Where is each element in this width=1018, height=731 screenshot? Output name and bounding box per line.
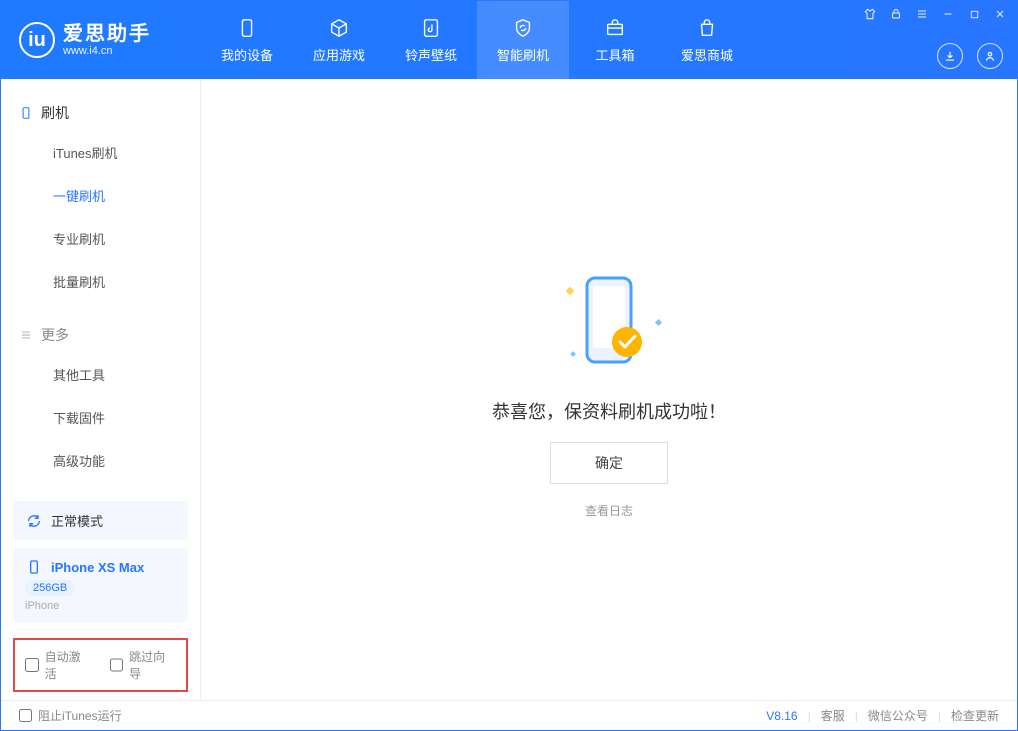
sidebar-item-itunes-flash[interactable]: iTunes刷机 [1,131,200,174]
logo-text: 爱思助手 www.i4.cn [63,23,151,57]
separator: | [855,709,858,723]
phone-small-icon [25,558,43,576]
auto-activate-label: 自动激活 [45,648,92,682]
sidebar-group-more: 更多 [1,317,200,353]
app-subtitle: www.i4.cn [63,45,151,57]
device-storage-badge: 256GB [25,580,75,596]
ok-button[interactable]: 确定 [550,442,668,484]
list-icon [19,328,33,342]
toolbox-icon [604,17,626,39]
menu-icon[interactable] [915,7,929,21]
group-label: 更多 [41,325,69,345]
sidebar: 刷机 iTunes刷机 一键刷机 专业刷机 批量刷机 更多 其他工具 下载固件 … [1,79,201,700]
group-label: 刷机 [41,103,69,123]
footer: 阻止iTunes运行 V8.16 | 客服 | 微信公众号 | 检查更新 [1,700,1017,730]
tab-label: 应用游戏 [313,45,365,64]
phone-icon [236,17,258,39]
nav-tabs: 我的设备 应用游戏 铃声壁纸 智能刷机 工具箱 爱思商城 [201,1,753,79]
tab-label: 工具箱 [595,45,634,64]
app-logo-icon: iu [19,22,55,58]
skip-guide-input[interactable] [110,658,124,672]
sidebar-item-batch-flash[interactable]: 批量刷机 [1,260,200,303]
block-itunes-checkbox[interactable] [19,709,32,722]
tab-label: 智能刷机 [497,45,549,64]
shirt-icon[interactable] [863,7,877,21]
header-right-icons [937,43,1003,69]
footer-right: V8.16 | 客服 | 微信公众号 | 检查更新 [766,707,999,724]
device-type: iPhone [25,600,59,612]
device-name: iPhone XS Max [51,560,144,575]
tab-label: 铃声壁纸 [405,45,457,64]
user-button[interactable] [977,43,1003,69]
skip-guide-label: 跳过向导 [129,648,176,682]
sidebar-group-flash: 刷机 [1,95,200,131]
device-mode-box[interactable]: 正常模式 [13,501,188,540]
success-illustration [549,260,669,380]
support-link[interactable]: 客服 [821,707,845,724]
sidebar-scroll: 刷机 iTunes刷机 一键刷机 专业刷机 批量刷机 更多 其他工具 下载固件 … [1,79,200,501]
close-button[interactable] [993,7,1007,21]
sidebar-item-oneclick-flash[interactable]: 一键刷机 [1,174,200,217]
separator: | [938,709,941,723]
footer-left: 阻止iTunes运行 [19,707,122,724]
refresh-icon [25,512,43,530]
device-info-box[interactable]: iPhone XS Max 256GB iPhone [13,548,188,622]
sidebar-item-pro-flash[interactable]: 专业刷机 [1,217,200,260]
separator: | [808,709,811,723]
music-file-icon [420,17,442,39]
device-panel: 正常模式 iPhone XS Max 256GB iPhone [1,501,200,638]
view-log-link[interactable]: 查看日志 [585,502,633,519]
app-window: iu 爱思助手 www.i4.cn 我的设备 应用游戏 铃声壁纸 智能刷机 [0,0,1018,731]
check-update-link[interactable]: 检查更新 [951,707,999,724]
lock-icon[interactable] [889,7,903,21]
block-itunes-label: 阻止iTunes运行 [38,707,122,724]
sidebar-item-other-tools[interactable]: 其他工具 [1,353,200,396]
window-controls-top [863,7,1007,21]
tab-label: 我的设备 [221,45,273,64]
cube-icon [328,17,350,39]
tab-label: 爱思商城 [681,45,733,64]
header: iu 爱思助手 www.i4.cn 我的设备 应用游戏 铃声壁纸 智能刷机 [1,1,1017,79]
success-message: 恭喜您，保资料刷机成功啦！ [492,398,726,424]
logo-area: iu 爱思助手 www.i4.cn [1,1,201,79]
auto-activate-checkbox[interactable]: 自动激活 [25,648,92,682]
maximize-button[interactable] [967,7,981,21]
download-button[interactable] [937,43,963,69]
auto-activate-input[interactable] [25,658,39,672]
bag-icon [696,17,718,39]
main-content: 恭喜您，保资料刷机成功啦！ 确定 查看日志 [201,79,1017,700]
shield-refresh-icon [512,17,534,39]
minimize-button[interactable] [941,7,955,21]
device-icon [19,106,33,120]
tab-toolbox[interactable]: 工具箱 [569,1,661,79]
options-row-highlighted: 自动激活 跳过向导 [13,638,188,692]
tab-ringtones-wallpapers[interactable]: 铃声壁纸 [385,1,477,79]
sidebar-item-download-firmware[interactable]: 下载固件 [1,396,200,439]
body: 刷机 iTunes刷机 一键刷机 专业刷机 批量刷机 更多 其他工具 下载固件 … [1,79,1017,700]
wechat-link[interactable]: 微信公众号 [868,707,928,724]
tab-apps-games[interactable]: 应用游戏 [293,1,385,79]
skip-guide-checkbox[interactable]: 跳过向导 [110,648,177,682]
tab-smart-flash[interactable]: 智能刷机 [477,1,569,79]
tab-store[interactable]: 爱思商城 [661,1,753,79]
version-label: V8.16 [766,709,797,723]
sidebar-item-advanced[interactable]: 高级功能 [1,439,200,482]
app-title: 爱思助手 [63,23,151,45]
device-mode-label: 正常模式 [51,511,103,530]
tab-my-device[interactable]: 我的设备 [201,1,293,79]
